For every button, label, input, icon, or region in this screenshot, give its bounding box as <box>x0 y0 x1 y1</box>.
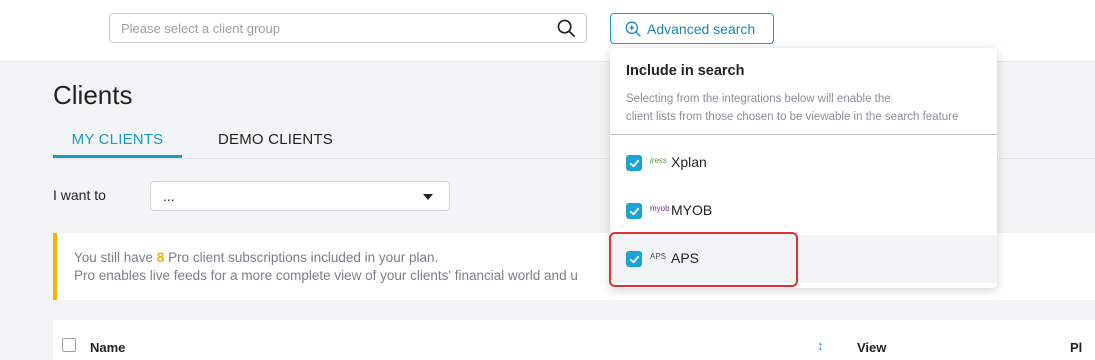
integration-label: MYOB <box>671 202 713 218</box>
column-name[interactable]: Name <box>90 340 125 355</box>
zoom-in-icon <box>625 21 641 37</box>
tab-demo-clients[interactable]: DEMO CLIENTS <box>218 131 333 148</box>
panel-description: Selecting from the integrations below wi… <box>626 90 986 126</box>
clients-table-header: Name ↕ View Pl <box>53 320 1095 360</box>
integration-item-xplan[interactable]: iress Xplan <box>610 139 997 187</box>
banner-line-2: Pro enables live feeds for a more comple… <box>74 268 578 283</box>
column-pl[interactable]: Pl <box>1070 340 1082 355</box>
myob-checkbox[interactable] <box>626 203 642 219</box>
myob-logo: myob <box>650 204 670 213</box>
search-input[interactable] <box>121 19 541 37</box>
banner-text: Pro client subscriptions included in you… <box>164 250 439 265</box>
caret-down-icon <box>423 194 433 200</box>
i-want-to-label: I want to <box>53 187 106 203</box>
integration-label: Xplan <box>671 154 707 170</box>
advanced-search-button[interactable]: Advanced search <box>610 13 774 44</box>
description-line: client lists from those chosen to be vie… <box>626 111 959 123</box>
i-want-to-value: ... <box>163 188 175 204</box>
description-line: Selecting from the integrations below wi… <box>626 93 891 105</box>
panel-title: Include in search <box>626 63 745 79</box>
check-icon <box>629 207 639 215</box>
tab-my-clients[interactable]: MY CLIENTS <box>53 131 182 148</box>
search-icon[interactable] <box>557 19 576 38</box>
integration-item-myob[interactable]: myob MYOB <box>610 187 997 235</box>
panel-divider <box>610 134 997 135</box>
banner-line-1: You still have 8 Pro client subscription… <box>74 250 438 265</box>
client-group-search[interactable] <box>109 13 587 43</box>
iress-logo: iress <box>650 156 667 165</box>
sort-icon[interactable]: ↕ <box>817 338 824 353</box>
check-icon <box>629 159 639 167</box>
aps-highlight-box <box>609 232 798 287</box>
xplan-checkbox[interactable] <box>626 155 642 171</box>
banner-text: You still have <box>74 250 157 265</box>
page-title: Clients <box>53 80 133 110</box>
i-want-to-select[interactable]: ... <box>150 181 450 211</box>
advanced-search-label: Advanced search <box>647 20 756 37</box>
column-view[interactable]: View <box>857 340 886 355</box>
